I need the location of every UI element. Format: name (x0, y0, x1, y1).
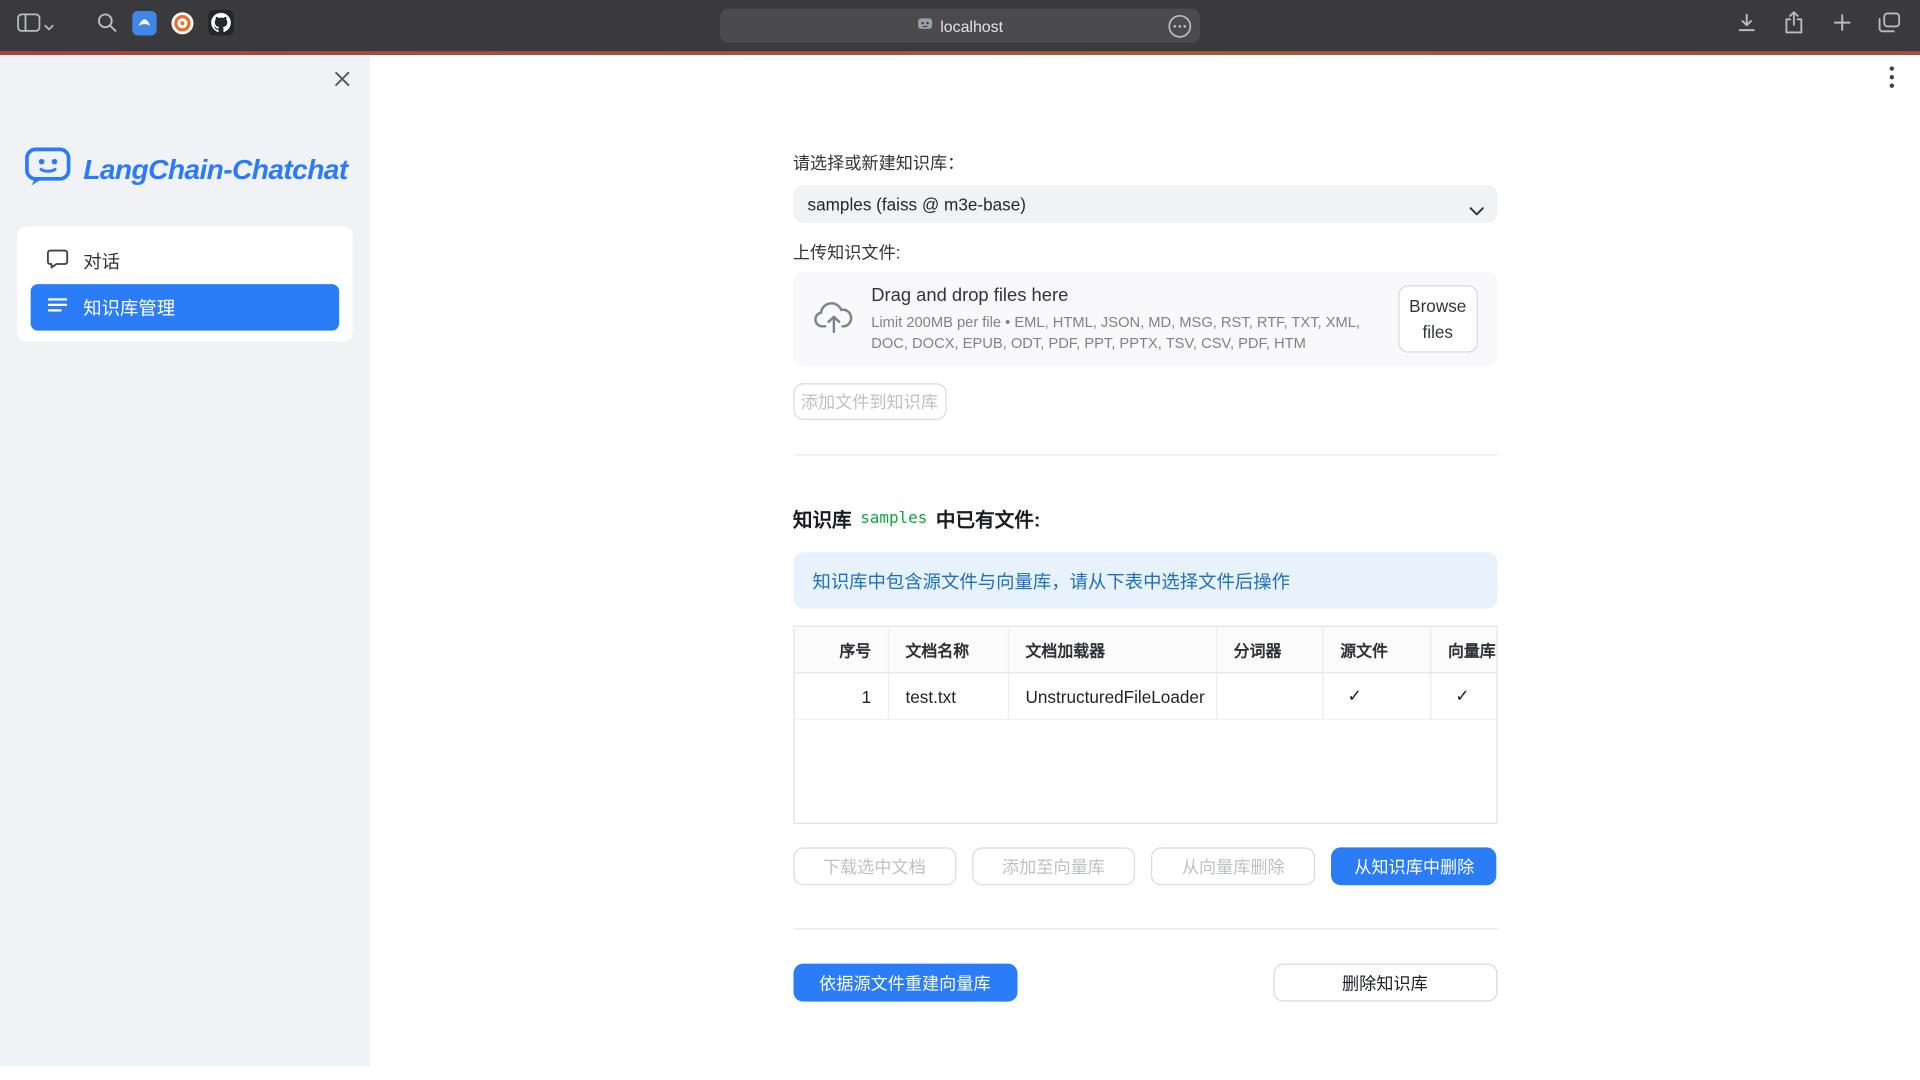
table-header-row: 序号 文档名称 文档加载器 分词器 源文件 向量库 (794, 627, 1496, 674)
sidebar-item-label: 对话 (83, 248, 120, 274)
table-empty-area (794, 720, 1496, 823)
browse-files-button[interactable]: Browse files (1398, 286, 1477, 353)
sidebar-toggle-icon (17, 13, 40, 37)
app-logo: LangChain-Chatchat (24, 146, 347, 194)
upload-label: 上传知识文件: (793, 240, 1497, 264)
sidebar-item-kb-management[interactable]: 知识库管理 (31, 284, 340, 331)
file-dropzone[interactable]: Drag and drop files here Limit 200MB per… (793, 272, 1497, 366)
knowledge-base-icon (47, 294, 69, 321)
logo-icon (24, 146, 73, 194)
kb-files-heading-pre: 知识库 (793, 503, 852, 532)
pinned-tab-orange[interactable] (169, 10, 196, 42)
new-tab-button[interactable] (1828, 10, 1855, 42)
close-icon (334, 71, 350, 93)
add-files-button[interactable]: 添加文件到知识库 (793, 383, 946, 420)
search-icon (96, 12, 117, 39)
column-header[interactable]: 源文件 (1323, 627, 1431, 672)
browser-toolbar: localhost (0, 0, 1920, 51)
chevron-down-icon (44, 15, 54, 37)
cell-source-check[interactable]: ✓ (1323, 673, 1431, 718)
address-text: localhost (940, 17, 1003, 35)
dropzone-limit: Limit 200MB per file • EML, HTML, JSON, … (871, 313, 1381, 353)
share-icon (1784, 11, 1804, 40)
pinned-tab-blue[interactable] (131, 10, 158, 42)
sidebar: LangChain-Chatchat 对话 知识库管理 (0, 55, 370, 1066)
address-bar[interactable]: localhost (720, 9, 1200, 43)
dropzone-text: Drag and drop files here Limit 200MB per… (871, 286, 1381, 353)
kebab-menu-icon (1889, 66, 1894, 94)
delete-kb-button[interactable]: 删除知识库 (1273, 964, 1497, 1002)
chevron-down-icon (1469, 200, 1484, 220)
plus-icon (1832, 13, 1850, 37)
column-header[interactable]: 序号 (794, 627, 888, 672)
cell-vector-check[interactable]: ✓ (1431, 673, 1496, 718)
divider (793, 928, 1497, 929)
kb-action-buttons: 依据源文件重建向量库 删除知识库 (793, 964, 1497, 1002)
add-to-vectorstore-button[interactable]: 添加至向量库 (972, 847, 1135, 885)
pinned-tab-blue-icon (132, 10, 156, 41)
cell-doc-name[interactable]: test.txt (888, 673, 1008, 718)
download-selected-button[interactable]: 下载选中文档 (793, 847, 956, 885)
sidebar-menu: 对话 知识库管理 (17, 227, 353, 342)
column-header[interactable]: 分词器 (1217, 627, 1324, 672)
main-area: 请选择或新建知识库： samples (faiss @ m3e-base) 上传… (370, 55, 1920, 1080)
cell-index[interactable]: 1 (794, 673, 888, 718)
content-column: 请选择或新建知识库： samples (faiss @ m3e-base) 上传… (793, 55, 1497, 1002)
tab-overview-button[interactable] (1876, 10, 1903, 42)
pinned-tab-orange-icon (170, 10, 194, 41)
sidebar-item-chat[interactable]: 对话 (31, 238, 340, 285)
kb-select-value: samples (faiss @ m3e-base) (808, 194, 1026, 214)
chat-icon (47, 247, 69, 274)
sidebar-toggle-button[interactable] (17, 10, 54, 42)
download-icon (1736, 12, 1757, 39)
sidebar-item-label: 知识库管理 (83, 294, 175, 320)
column-header[interactable]: 向量库 (1431, 627, 1496, 672)
sidebar-close-button[interactable] (329, 70, 353, 94)
delete-from-vectorstore-button[interactable]: 从向量库删除 (1151, 847, 1315, 885)
page-options-button[interactable] (1168, 14, 1191, 41)
screen: localhost (0, 0, 1920, 1080)
delete-from-kb-button[interactable]: 从知识库中删除 (1332, 847, 1497, 885)
cloud-upload-icon (812, 299, 854, 338)
kb-files-heading-post: 中已有文件: (936, 503, 1041, 532)
dropzone-title: Drag and drop files here (871, 286, 1381, 307)
downloads-button[interactable] (1733, 10, 1760, 42)
kb-files-heading: 知识库 samples 中已有文件: (793, 503, 1497, 532)
search-button[interactable] (93, 10, 120, 42)
column-header[interactable]: 文档名称 (888, 627, 1008, 672)
file-action-buttons: 下载选中文档 添加至向量库 从向量库删除 从知识库中删除 (793, 847, 1497, 885)
divider (793, 454, 1497, 455)
page: LangChain-Chatchat 对话 知识库管理 (0, 55, 1920, 1080)
cell-loader[interactable]: UnstructuredFileLoader (1008, 673, 1216, 718)
pinned-tab-github[interactable] (207, 10, 234, 42)
kb-select-label: 请选择或新建知识库： (793, 151, 1497, 175)
kb-select[interactable]: samples (faiss @ m3e-base) (793, 185, 1497, 223)
site-favicon-icon (917, 16, 933, 36)
files-table: 序号 文档名称 文档加载器 分词器 源文件 向量库 1 test.txt Uns… (793, 626, 1497, 824)
kb-name-code: samples (860, 509, 927, 527)
logo-text: LangChain-Chatchat (83, 153, 347, 186)
github-icon (208, 10, 234, 42)
table-row[interactable]: 1 test.txt UnstructuredFileLoader ✓ ✓ (794, 673, 1496, 720)
tab-overview-icon (1878, 12, 1900, 39)
table-body: 1 test.txt UnstructuredFileLoader ✓ ✓ (794, 673, 1496, 822)
column-header[interactable]: 文档加载器 (1008, 627, 1216, 672)
rebuild-vectorstore-button[interactable]: 依据源文件重建向量库 (793, 964, 1017, 1002)
info-banner: 知识库中包含源文件与向量库，请从下表中选择文件后操作 (793, 552, 1497, 608)
share-button[interactable] (1780, 10, 1807, 42)
cell-splitter[interactable] (1217, 673, 1324, 718)
app-menu-button[interactable] (1881, 67, 1903, 91)
